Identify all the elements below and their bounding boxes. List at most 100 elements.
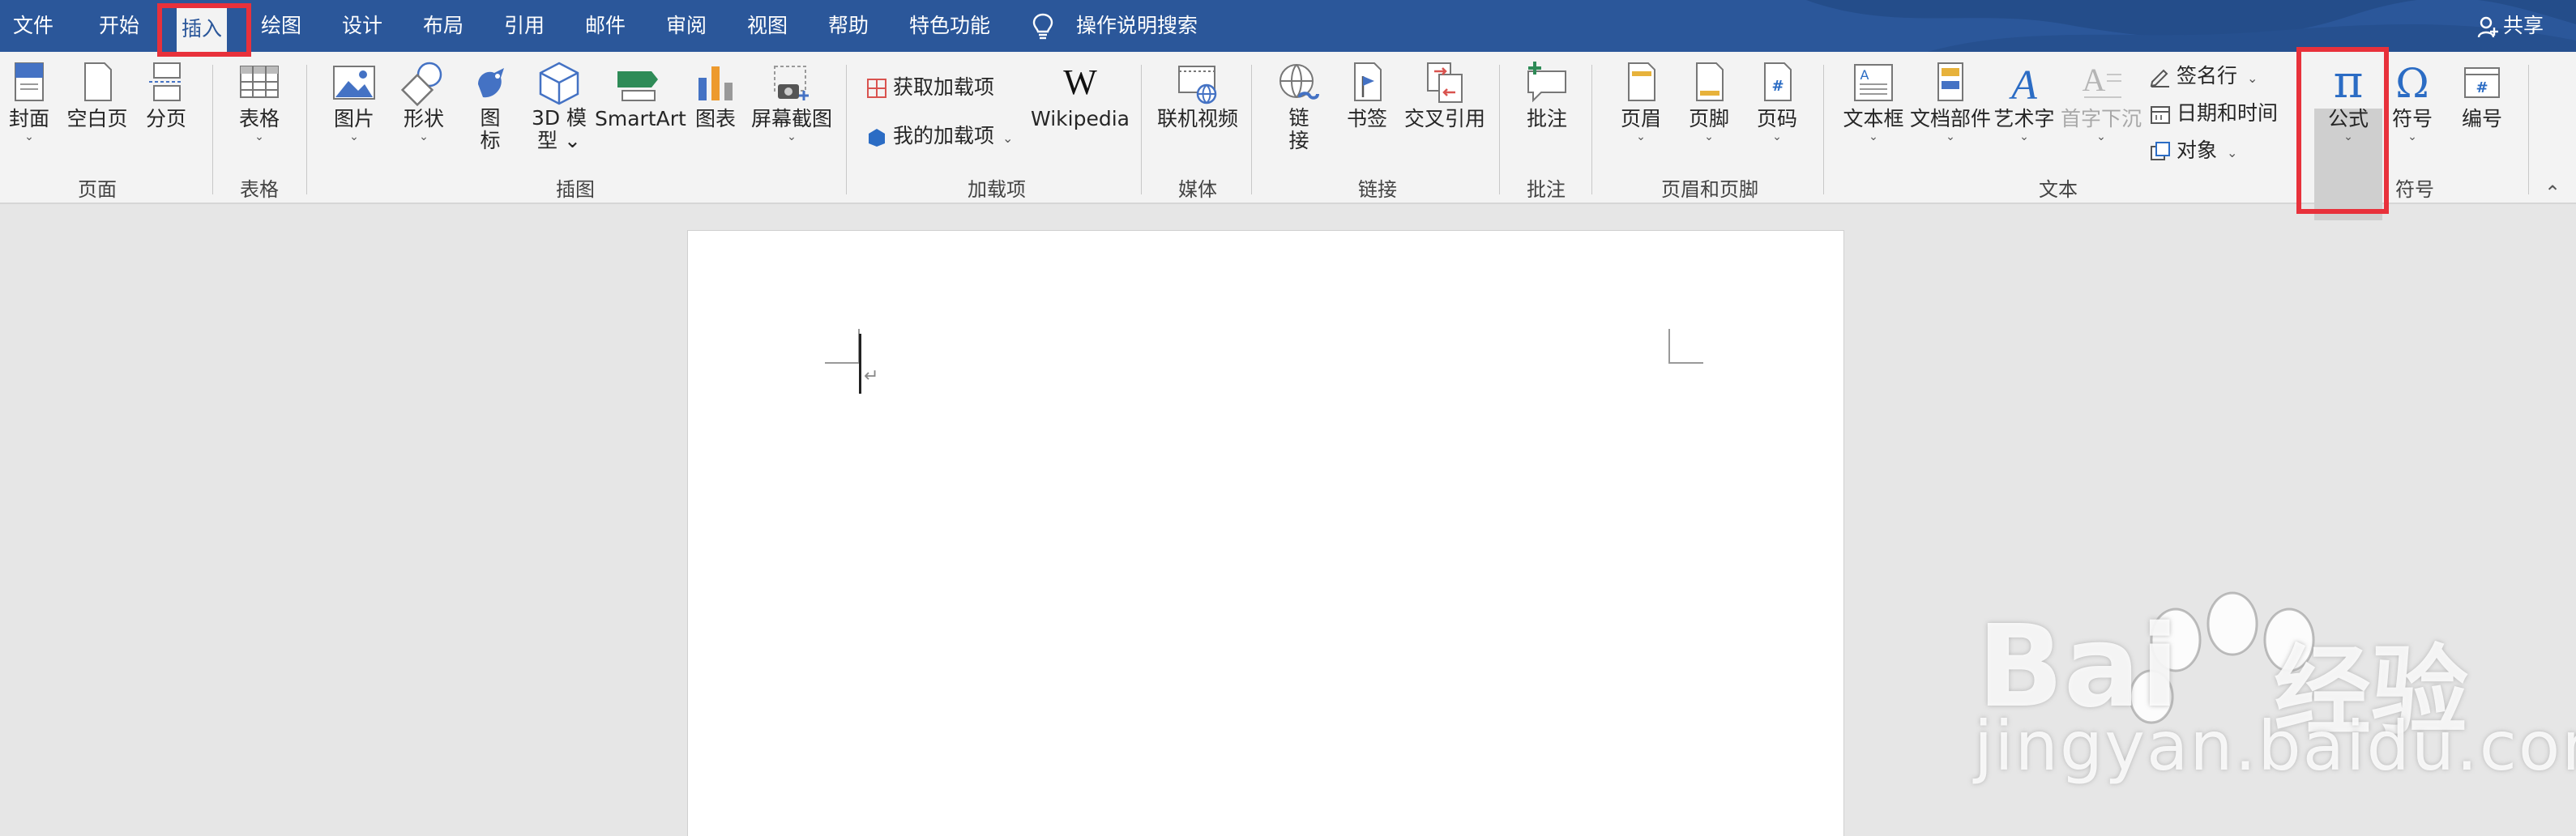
- tab-draw[interactable]: 绘图: [261, 0, 301, 52]
- chart-button[interactable]: 图表: [689, 60, 742, 131]
- my-addins-label: 我的加载项: [893, 124, 995, 147]
- smartart-label: SmartArt: [595, 107, 686, 130]
- cover-page-icon: [15, 62, 44, 101]
- signature-line-label: 签名行: [2177, 64, 2238, 87]
- online-video-icon: [1178, 66, 1217, 104]
- calendar-icon: [2151, 106, 2170, 124]
- link-button[interactable]: 链接: [1271, 60, 1327, 152]
- wordart-button[interactable]: A 艺术字 ⌄: [1992, 60, 2057, 143]
- screenshot-label: 屏幕截图: [750, 107, 832, 130]
- chevron-down-icon: ⌄: [1946, 130, 1955, 143]
- header-icon: [1628, 62, 1655, 101]
- paragraph-mark-icon: ↵: [864, 366, 879, 386]
- bookmark-flag-icon: [1354, 62, 1382, 101]
- tell-me-search[interactable]: 操作说明搜索: [1076, 0, 1198, 52]
- icons-button[interactable]: 图标: [462, 60, 519, 152]
- tab-mailings[interactable]: 邮件: [585, 0, 626, 52]
- page-break-icon: [149, 62, 183, 101]
- table-button[interactable]: 表格 ⌄: [232, 60, 287, 143]
- chevron-down-icon: ⌄: [1772, 130, 1782, 143]
- ribbon: 封面 ⌄ 空白页 分页 页面 表格 ⌄ 表格 图片 ⌄ 形状 ⌄ 图标 3D 模…: [0, 52, 2576, 220]
- footer-button[interactable]: 页脚 ⌄: [1681, 60, 1737, 143]
- tab-home[interactable]: 开始: [99, 0, 139, 52]
- new-comment-button[interactable]: 批注: [1519, 60, 1575, 131]
- link-globe-icon: [1279, 64, 1319, 100]
- group-label-addins: 加载项: [968, 178, 1026, 201]
- crop-mark-top-left: [825, 329, 860, 364]
- cover-page-button[interactable]: 封面 ⌄: [5, 60, 53, 143]
- chevron-down-icon: ⌄: [24, 130, 34, 143]
- cover-page-label: 封面: [8, 107, 49, 130]
- signature-line-button[interactable]: 签名行 ⌄: [2149, 60, 2258, 92]
- text-box-button[interactable]: A 文本框 ⌄: [1841, 60, 1906, 143]
- date-time-button[interactable]: 日期和时间: [2149, 97, 2278, 130]
- chevron-down-icon: ⌄: [1002, 130, 1014, 146]
- tab-file[interactable]: 文件: [13, 0, 53, 52]
- share-button[interactable]: 共享: [2477, 0, 2544, 52]
- cross-reference-button[interactable]: 交叉引用: [1402, 60, 1488, 131]
- bookmark-button[interactable]: 书签: [1342, 60, 1392, 131]
- tab-help[interactable]: 帮助: [828, 0, 869, 52]
- svg-text:#: #: [1771, 78, 1784, 95]
- shapes-button[interactable]: 形状 ⌄: [395, 60, 452, 143]
- group-divider: [1251, 65, 1252, 194]
- page-number-label: 页码: [1756, 107, 1797, 130]
- collapse-ribbon-icon[interactable]: ⌃: [2544, 181, 2561, 204]
- group-label-tables: 表格: [240, 178, 279, 201]
- drop-cap-icon: A: [2083, 62, 2121, 98]
- pictures-button[interactable]: 图片 ⌄: [326, 60, 382, 143]
- object-button[interactable]: 对象 ⌄: [2149, 134, 2237, 167]
- smartart-icon: [617, 71, 658, 101]
- wordart-icon: A: [2009, 62, 2037, 107]
- symbol-label: 符号: [2391, 107, 2433, 130]
- chevron-down-icon: ⌄: [787, 130, 797, 143]
- blank-page-button[interactable]: 空白页: [65, 60, 130, 131]
- group-divider: [2528, 65, 2529, 194]
- table-icon: [240, 66, 279, 98]
- tab-review[interactable]: 审阅: [666, 0, 707, 52]
- bookmark-label: 书签: [1346, 107, 1387, 130]
- share-label: 共享: [2502, 14, 2544, 37]
- tab-layout[interactable]: 布局: [423, 0, 464, 52]
- get-addins-label: 获取加载项: [893, 75, 995, 99]
- document-page[interactable]: [687, 230, 1844, 836]
- object-icon: [2151, 142, 2170, 160]
- screenshot-button[interactable]: 屏幕截图 ⌄: [749, 60, 835, 143]
- tab-bar: 文件 开始 插入 绘图 设计 布局 引用 邮件 审阅 视图 帮助 特色功能 操作…: [0, 0, 2576, 52]
- tab-design[interactable]: 设计: [342, 0, 382, 52]
- chevron-down-icon: ⌄: [419, 130, 429, 143]
- page-number-button[interactable]: # 页码 ⌄: [1749, 60, 1805, 143]
- online-video-button[interactable]: 联机视频: [1154, 60, 1241, 131]
- tab-view[interactable]: 视图: [747, 0, 788, 52]
- wikipedia-button[interactable]: W Wikipedia: [1029, 60, 1131, 131]
- page-break-button[interactable]: 分页: [138, 60, 194, 131]
- group-label-links: 链接: [1358, 178, 1397, 201]
- number-button[interactable]: # 编号: [2452, 60, 2512, 131]
- quick-parts-label: 文档部件: [1909, 107, 1991, 130]
- quick-parts-button[interactable]: 文档部件 ⌄: [1907, 60, 1993, 143]
- chevron-down-icon: ⌄: [1636, 130, 1646, 143]
- table-label: 表格: [238, 107, 280, 130]
- title-bar-decoration: [1806, 0, 2576, 52]
- addins-store-icon: [867, 79, 886, 98]
- header-button[interactable]: 页眉 ⌄: [1613, 60, 1669, 143]
- drop-cap-label: 首字下沉: [2060, 107, 2142, 130]
- icons-label: 图标: [480, 106, 501, 152]
- drop-cap-button[interactable]: A 首字下沉 ⌄: [2058, 60, 2144, 143]
- 3d-models-label: 3D 模型 ⌄: [531, 106, 587, 152]
- comment-icon: [1527, 62, 1566, 103]
- pictures-label: 图片: [333, 107, 374, 130]
- tab-special-features[interactable]: 特色功能: [909, 0, 990, 52]
- 3d-models-button[interactable]: 3D 模型 ⌄: [527, 60, 592, 152]
- my-addins-button[interactable]: 我的加载项 ⌄: [865, 120, 1013, 152]
- group-divider: [1141, 65, 1142, 194]
- get-addins-button[interactable]: 获取加载项: [865, 71, 994, 104]
- tab-references[interactable]: 引用: [504, 0, 545, 52]
- person-icon: [2477, 16, 2498, 38]
- smartart-button[interactable]: SmartArt: [595, 60, 686, 131]
- text-box-label: 文本框: [1843, 107, 1904, 130]
- footer-icon: [1696, 62, 1724, 101]
- group-label-symbols: 符号: [2395, 178, 2434, 201]
- symbol-button[interactable]: Ω 符号 ⌄: [2384, 60, 2441, 143]
- group-divider: [212, 65, 213, 194]
